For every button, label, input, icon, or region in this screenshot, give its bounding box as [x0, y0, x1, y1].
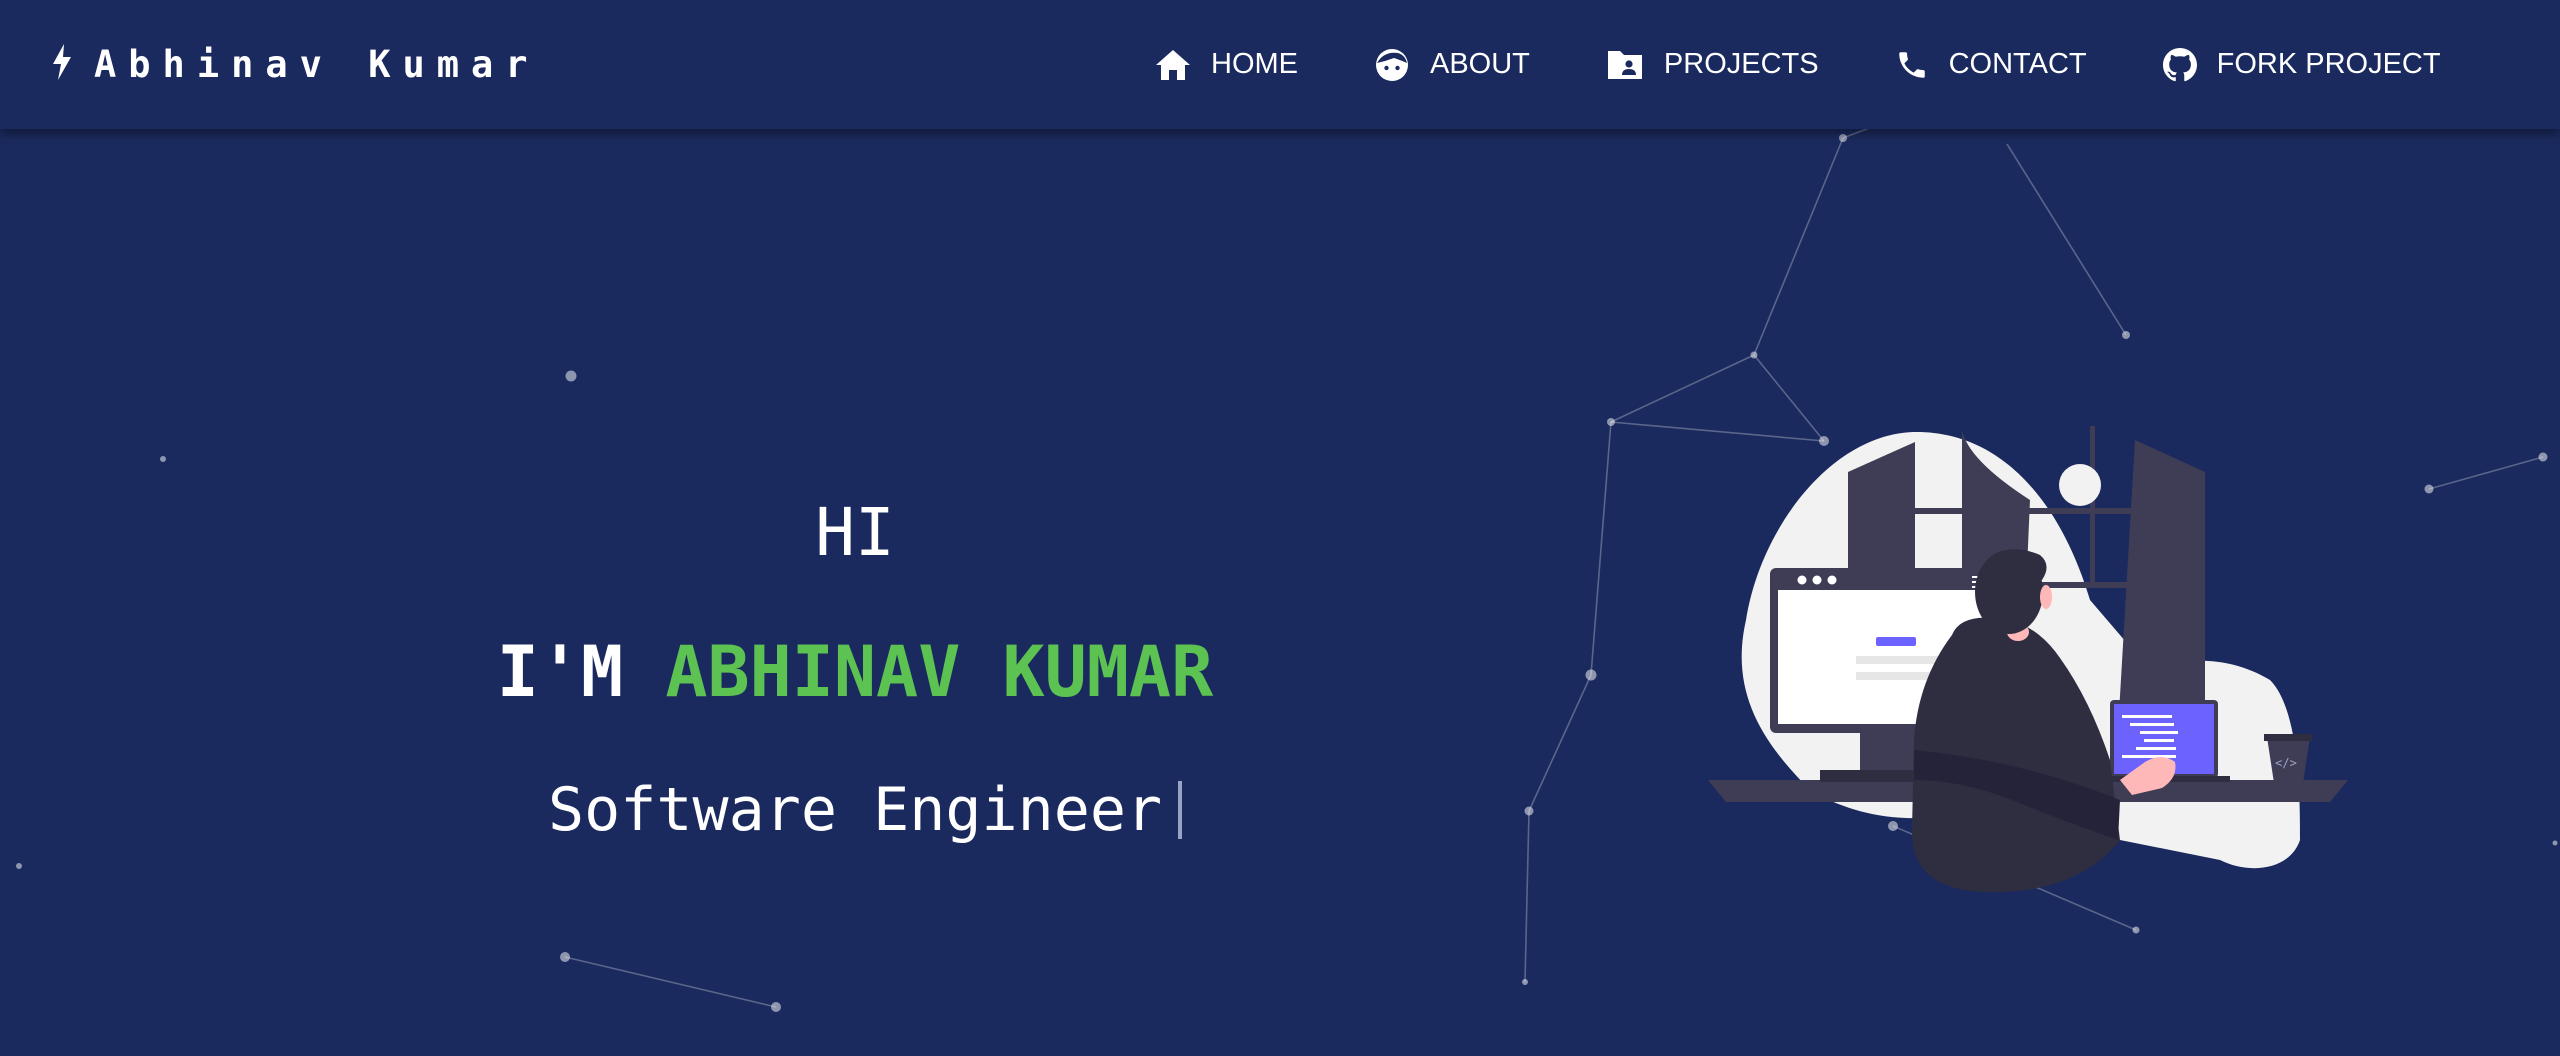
nav-label-fork-project: FORK PROJECT — [2216, 48, 2441, 80]
phone-icon — [1895, 48, 1929, 82]
nav-label-projects: PROJECTS — [1663, 48, 1819, 80]
nav-label-about: ABOUT — [1430, 48, 1530, 80]
svg-text:</>: </> — [2275, 756, 2297, 770]
developer-illustration: </> — [1708, 426, 2348, 893]
home-icon — [1155, 49, 1191, 81]
typing-cursor — [1178, 781, 1183, 839]
bolt-icon — [52, 44, 72, 85]
hero-section: HI I'M ABHINAV KUMAR Software Engineer — [0, 0, 1710, 1056]
hero-name-highlight: ABHINAV KUMAR — [665, 631, 1214, 713]
brand[interactable]: Abhinav Kumar — [52, 0, 540, 129]
nav-item-contact[interactable]: CONTACT — [1895, 48, 2087, 82]
nav-label-home: HOME — [1211, 48, 1298, 80]
nav-item-projects[interactable]: PROJECTS — [1606, 48, 1819, 81]
nav-item-about[interactable]: ABOUT — [1374, 47, 1530, 83]
brand-name: Abhinav Kumar — [94, 43, 540, 86]
folder-user-icon — [1606, 49, 1644, 81]
hero-role: Software Engineer — [548, 770, 1183, 850]
nav-menu: HOME ABOUT PROJECTS CONTACT FORK PROJECT — [1155, 0, 2441, 129]
hero-role-text: Software Engineer — [548, 775, 1163, 845]
navbar: Abhinav Kumar HOME ABOUT PROJECTS CONTAC… — [0, 0, 2560, 129]
nav-item-fork-project[interactable]: FORK PROJECT — [2162, 47, 2441, 82]
face-icon — [1374, 47, 1410, 83]
github-icon — [2162, 47, 2197, 82]
nav-item-home[interactable]: HOME — [1155, 48, 1298, 81]
nav-label-contact: CONTACT — [1948, 48, 2087, 80]
hero-intro: I'M ABHINAV KUMAR — [0, 630, 1710, 714]
hero-intro-prefix: I'M — [496, 631, 666, 713]
hero-greeting: HI — [815, 494, 895, 571]
